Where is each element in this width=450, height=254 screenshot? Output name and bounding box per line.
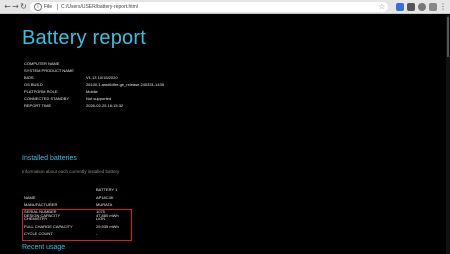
info-key: CONNECTED STANDBY [24,96,70,101]
address-separator [57,4,58,10]
battery-key: FULL CHARGE CAPACITY [24,224,73,229]
battery-value: MURATA [96,202,113,207]
battery-value: 47,880 mWh [96,213,119,218]
battery-key: DESIGN CAPACITY [24,213,61,218]
info-value: 26100.1.amd64fre.ge_release.240331-1435 [86,82,165,87]
info-value: 2026-02-25 16:15:32 [86,103,124,108]
info-icon[interactable]: i [34,3,42,11]
installed-batteries-subheading: Information about each currently install… [22,169,120,174]
info-value: V1.13 10/15/2020 [86,75,118,80]
battery-value: 29,935 mWh [96,224,119,229]
extension-icon[interactable] [396,3,404,11]
battery-key: CYCLE COUNT [24,231,53,236]
info-key: PLATFORM ROLE [24,89,58,94]
info-key: OS BUILD [24,82,43,87]
report-page: Battery report COMPUTER NAME SYSTEM PROD… [0,15,450,254]
battery-column-header: BATTERY 1 [96,187,118,192]
info-key: COMPUTER NAME [24,61,60,66]
browser-toolbar: ← → ↻ i File C:/Users/USER/battery-repor… [0,0,450,14]
file-label: File [44,4,53,10]
info-key: BIOS [24,75,34,80]
installed-batteries-heading: Installed batteries [22,155,77,162]
more-menu-icon[interactable]: ⋮ [439,1,447,12]
profile-avatar[interactable] [418,3,426,11]
scrollbar-thumb[interactable] [447,17,449,57]
reload-icon[interactable]: ↻ [19,2,28,11]
download-icon[interactable] [407,3,415,11]
info-value: Not supported [86,96,112,101]
address-bar[interactable]: i File C:/Users/USER/battery-report.html… [30,2,388,12]
battery-value: - [96,231,98,236]
page-title: Battery report [22,27,146,49]
battery-key: NAME [24,195,36,200]
recent-usage-heading: Recent usage [22,244,66,251]
address-url[interactable]: C:/Users/USER/battery-report.html [61,3,138,11]
battery-key: MANUFACTURER [24,202,58,207]
scrollbar[interactable] [446,15,450,254]
info-key: REPORT TIME [24,103,52,108]
battery-value: AP18C4K [96,195,114,200]
info-value: Mobile [86,89,98,94]
info-key: SYSTEM PRODUCT NAME [24,68,74,73]
puzzle-icon[interactable] [429,3,437,11]
bookmark-star-icon[interactable]: ☆ [379,2,385,12]
